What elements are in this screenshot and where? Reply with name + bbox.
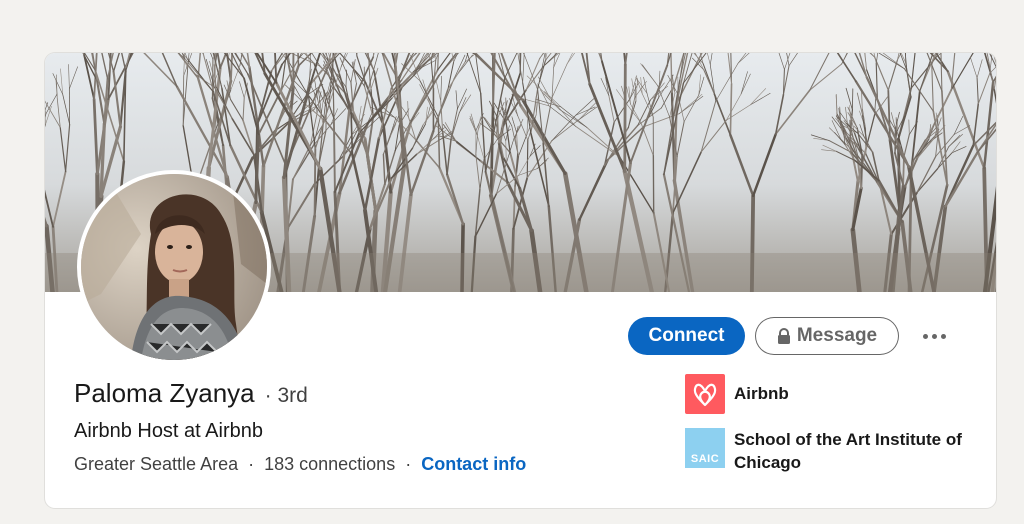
profile-photo[interactable]: [77, 170, 271, 364]
profile-card: Connect Message Paloma Zyanya · 3rd Airb…: [45, 53, 996, 508]
name-row: Paloma Zyanya · 3rd: [74, 378, 308, 409]
airbnb-logo: [685, 374, 725, 414]
ellipsis-icon: [940, 333, 946, 339]
lock-icon: [777, 328, 791, 344]
profile-meta: Greater Seattle Area · 183 connections ·…: [74, 454, 526, 475]
more-actions-button[interactable]: [919, 321, 949, 351]
profile-actions: Connect Message: [628, 316, 949, 356]
saic-logo: SAIC: [685, 428, 725, 468]
experience-item-saic[interactable]: SAIC School of the Art Institute of Chic…: [685, 428, 985, 474]
experience-label: School of the Art Institute of Chicago: [734, 430, 962, 472]
message-button-label: Message: [796, 325, 878, 346]
connections-count[interactable]: 183 connections: [264, 454, 395, 475]
location: Greater Seattle Area: [74, 454, 239, 474]
connect-button-label: Connect: [648, 325, 725, 346]
ellipsis-icon: [922, 333, 928, 339]
experience-label: Airbnb: [734, 384, 789, 403]
connection-degree: · 3rd: [264, 384, 308, 407]
message-button[interactable]: Message: [755, 317, 899, 355]
profile-name: Paloma Zyanya: [74, 378, 255, 408]
saic-logo-text: SAIC: [690, 453, 720, 465]
separator-dot: ·: [405, 454, 412, 474]
experience-item-airbnb[interactable]: Airbnb: [685, 374, 985, 414]
connect-button[interactable]: Connect: [628, 317, 745, 355]
top-card-experience: Airbnb SAIC School of the Art Institute …: [685, 374, 985, 474]
contact-info-link[interactable]: Contact info: [421, 454, 526, 475]
profile-headline: Airbnb Host at Airbnb: [74, 420, 263, 442]
ellipsis-icon: [931, 333, 937, 339]
separator-dot: ·: [248, 454, 255, 474]
